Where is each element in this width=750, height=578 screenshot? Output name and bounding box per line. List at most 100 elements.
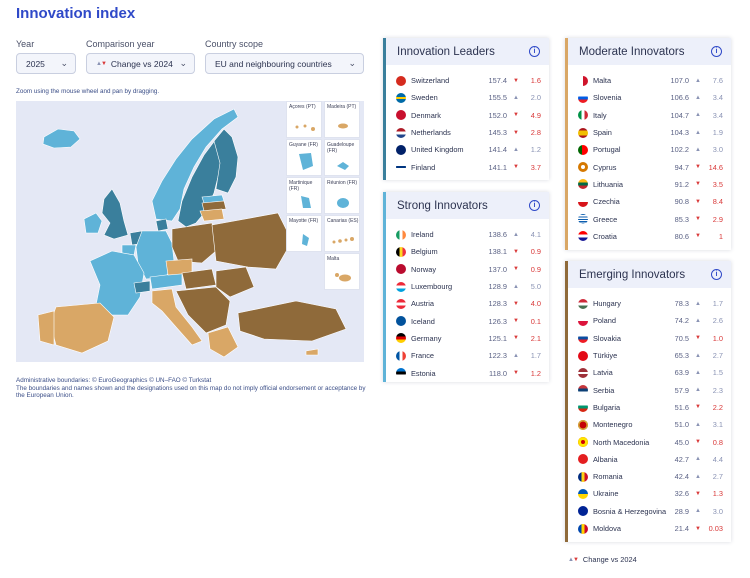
country-row[interactable]: Finland 141.1 ▼ 3.7 [386,158,549,175]
country-row[interactable]: Bosnia & Herzegovina 28.9 ▲ 3.0 [568,503,731,520]
europe-map[interactable]: Açores (PT) Madeira (PT) Guyane (FR) Gua… [16,101,364,362]
country-row[interactable]: Latvia 63.9 ▲ 1.5 [568,364,731,381]
flag-icon [578,385,588,396]
country-row[interactable]: Cyprus 94.7 ▼ 14.6 [568,158,731,175]
country-score: 57.9 [674,385,689,395]
comparison-select[interactable]: ▲▼ Change vs 2024 ⌄ [86,53,195,74]
country-row[interactable]: Austria 128.3 ▼ 4.0 [386,295,549,312]
country-row[interactable]: Ireland 138.6 ▲ 4.1 [386,226,549,243]
country-row[interactable]: Malta 107.0 ▲ 7.6 [568,72,731,89]
arrow-down-icon: ▼ [695,525,701,532]
country-row[interactable]: Albania 42.7 ▲ 4.4 [568,451,731,468]
country-row[interactable]: Hungary 78.3 ▲ 1.7 [568,295,731,312]
country-row[interactable]: Portugal 102.2 ▲ 3.0 [568,141,731,158]
inset-azores-shape [295,124,315,131]
country-change: 2.7 [712,351,723,361]
country-row[interactable]: Bulgaria 51.6 ▼ 2.2 [568,399,731,416]
country-row[interactable]: Greece 85.3 ▼ 2.9 [568,210,731,227]
country-change: 2.8 [530,128,541,138]
country-row[interactable]: Estonia 118.0 ▼ 1.2 [386,364,549,381]
country-row[interactable]: Sweden 155.5 ▲ 2.0 [386,89,549,106]
country-score: 128.3 [488,299,508,309]
country-row[interactable]: North Macedonia 45.0 ▼ 0.8 [568,433,731,450]
arrow-down-icon: ▼ [695,335,701,342]
country-change: 2.2 [712,402,723,412]
country-change: 1.7 [530,351,541,361]
info-icon[interactable]: i [711,269,722,280]
country-row[interactable]: France 122.3 ▲ 1.7 [386,347,549,364]
country-name: Norway [411,264,437,274]
country-row[interactable]: Italy 104.7 ▲ 3.4 [568,107,731,124]
country-name: Bulgaria [593,402,621,412]
flag-icon [578,402,588,413]
country-row[interactable]: Croatia 80.6 ▼ 1 [568,228,731,245]
scope-select[interactable]: EU and neighbouring countries ⌄ [205,53,364,74]
country-score: 42.7 [674,454,689,464]
year-label: Year [16,39,35,49]
panel-emerging-header: Emerging Innovators i [568,261,731,288]
country-row[interactable]: Germany 125.1 ▼ 2.1 [386,330,549,347]
country-row[interactable]: Belgium 138.1 ▼ 0.9 [386,243,549,260]
country-change: 14.6 [708,162,723,172]
inset-martinique-shape [301,196,311,208]
country-score: 125.1 [488,333,508,343]
panel-strong-header: Strong Innovators i [386,192,549,219]
panel-moderate: Moderate Innovators i Malta 107.0 ▲ 7.6 Slov… [565,38,731,250]
country-score: 128.9 [488,282,508,292]
country-row[interactable]: Iceland 126.3 ▼ 0.1 [386,312,549,329]
country-score: 141.4 [488,145,508,155]
country-row[interactable]: Spain 104.3 ▲ 1.9 [568,124,731,141]
flag-icon [396,264,406,275]
country-score: 107.0 [670,76,690,86]
country-row[interactable]: Luxembourg 128.9 ▲ 5.0 [386,278,549,295]
flag-icon [578,92,588,103]
country-name: Latvia [593,368,613,378]
page-title: Innovation index [16,5,136,22]
country-name: Sweden [411,93,438,103]
country-score: 157.4 [488,76,508,86]
country-score: 42.4 [674,472,689,482]
map-spain [49,302,115,354]
country-score: 141.1 [488,162,508,172]
country-row[interactable]: Romania 42.4 ▲ 2.7 [568,468,731,485]
country-row[interactable]: Montenegro 51.0 ▲ 3.1 [568,416,731,433]
info-icon[interactable]: i [529,200,540,211]
country-row[interactable]: Ukraine 32.6 ▼ 1.3 [568,485,731,502]
country-name: Moldova [593,524,621,533]
country-row[interactable]: Serbia 57.9 ▲ 2.3 [568,381,731,398]
chevron-down-icon: ⌄ [179,58,187,68]
map-switzerland [133,280,151,294]
arrow-up-icon: ▲ [513,231,519,238]
country-row[interactable]: Slovenia 106.6 ▲ 3.4 [568,89,731,106]
country-change: 7.6 [712,76,723,86]
country-change: 1.2 [530,145,541,155]
arrow-up-icon: ▲ [695,300,701,307]
country-row[interactable]: Lithuania 91.2 ▼ 3.5 [568,176,731,193]
map-iceland [42,128,81,149]
map-greece [207,326,239,358]
country-row[interactable]: United Kingdom 141.4 ▲ 1.2 [386,141,549,158]
country-change: 1.7 [712,299,723,309]
country-row[interactable]: Moldova 21.4 ▼ 0.03 [568,520,731,537]
flag-icon [578,315,588,326]
country-row[interactable]: Poland 74.2 ▲ 2.6 [568,312,731,329]
country-row[interactable]: Slovakia 70.5 ▼ 1.0 [568,330,731,347]
country-row[interactable]: Türkiye 65.3 ▲ 2.7 [568,347,731,364]
country-name: Serbia [593,385,615,395]
info-icon[interactable]: i [711,46,722,57]
country-change: 4.4 [712,454,723,464]
country-row[interactable]: Netherlands 145.3 ▼ 2.8 [386,124,549,141]
country-row[interactable]: Czechia 90.8 ▼ 8.4 [568,193,731,210]
info-icon[interactable]: i [529,46,540,57]
arrow-up-icon: ▲ [695,421,701,428]
country-score: 65.3 [674,351,689,361]
chevron-down-icon: ⌄ [60,58,68,68]
country-row[interactable]: Switzerland 157.4 ▼ 1.6 [386,72,549,89]
map-hint: Zoom using the mouse wheel and pan by dr… [16,88,160,95]
flag-icon [578,333,588,344]
country-row[interactable]: Denmark 152.0 ▼ 4.9 [386,107,549,124]
country-row[interactable]: Norway 137.0 ▼ 0.9 [386,261,549,278]
country-change: 0.1 [530,316,541,326]
year-select[interactable]: 2025 ⌄ [16,53,76,74]
arrow-down-icon: ▼ [513,129,519,136]
